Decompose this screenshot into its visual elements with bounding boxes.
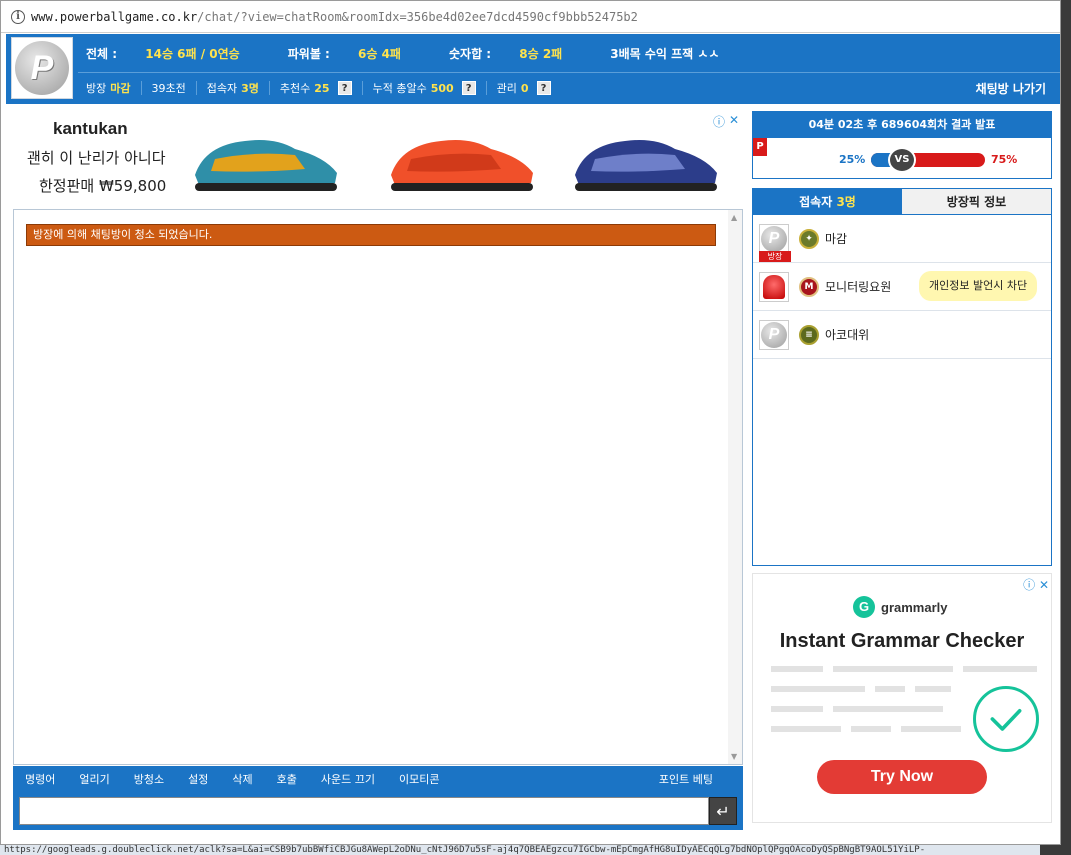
user-item[interactable]: P ≡ 아코대위: [753, 311, 1051, 359]
placeholder-line: [771, 706, 823, 712]
rank-badge-icon: ≡: [799, 324, 819, 345]
manage-count: 관리 0?: [487, 81, 561, 95]
user-name[interactable]: 아코대위: [825, 326, 869, 343]
avatar: [759, 271, 789, 302]
stat-total: 전체 : 14승 6패 / 0연승: [86, 46, 240, 61]
check-icon: [973, 686, 1039, 752]
placeholder-line: [771, 726, 841, 732]
ad-headline: 괜히 이 난리가 아니다: [27, 149, 166, 167]
placeholder-line: [771, 686, 865, 692]
toolbar-commands[interactable]: 명령어: [13, 771, 67, 787]
toolbar-freeze[interactable]: 얼리기: [67, 771, 121, 787]
try-now-button[interactable]: Try Now: [817, 760, 987, 794]
info-icon[interactable]: i: [11, 9, 25, 24]
users-panel: 접속자 3명 방장픽 정보 P 방장 ✦ 마감 M 모니터링요원 개인정보 발언…: [752, 188, 1052, 566]
left-percent: 25%: [839, 153, 866, 166]
ad-brand: kantukan: [53, 119, 128, 138]
recommend-count: 추천수 25?: [270, 81, 363, 95]
ad-close-icon[interactable]: ✕: [729, 113, 739, 127]
adchoices-icon[interactable]: ⓘ: [713, 113, 725, 130]
result-panel: 04분 02초 후 689604회차 결과 발표 P 25% VS 75%: [752, 111, 1052, 179]
placeholder-line: [901, 726, 961, 732]
toolbar-delete[interactable]: 삭제: [220, 771, 264, 787]
toolbar-call[interactable]: 호출: [265, 771, 309, 787]
ad-headline: Instant Grammar Checker: [779, 630, 1025, 652]
tab-owner-pick[interactable]: 방장픽 정보: [902, 189, 1051, 215]
tab-users[interactable]: 접속자 3명: [753, 189, 902, 215]
stat-sum: 숫자합 : 8승 2패: [448, 46, 563, 61]
header-divider: [78, 72, 1060, 73]
user-name[interactable]: 모니터링요원: [825, 278, 891, 295]
bullet-count: 누적 총알수 500?: [363, 81, 487, 95]
placeholder-line: [833, 706, 943, 712]
send-button[interactable]: ↵: [709, 797, 737, 825]
ad-price: 한정판매 ₩59,800: [39, 177, 167, 195]
room-title: 3배목 수익 프잭 ㅅㅅ: [610, 46, 720, 61]
scroll-down-icon[interactable]: ▼: [731, 752, 737, 761]
address-bar[interactable]: i www.powerballgame.co.kr/chat/?view=cha…: [1, 1, 1060, 33]
vote-row: 25% VS 75%: [753, 147, 1051, 173]
chat-scrollbar[interactable]: ▲ ▼: [728, 210, 742, 764]
room-owner: 방장 마감: [86, 81, 142, 95]
stats-row: 전체 : 14승 6패 / 0연승 파워볼 : 6승 4패 숫자합 : 8승 2…: [86, 34, 743, 72]
exit-room-button[interactable]: 채팅방 나가기: [976, 80, 1046, 97]
toolbar-settings[interactable]: 설정: [176, 771, 220, 787]
scroll-up-icon[interactable]: ▲: [731, 213, 737, 222]
avatar: P: [759, 319, 789, 350]
placeholder-line: [875, 686, 905, 692]
adchoices-close-icon[interactable]: ⓘ ✕: [1023, 576, 1049, 593]
result-countdown: 04분 02초 후 689604회차 결과 발표: [753, 112, 1051, 138]
toolbar-point-bet[interactable]: 포인트 베팅: [647, 771, 743, 787]
room-header: P 전체 : 14승 6패 / 0연승 파워볼 : 6승 4패 숫자합 : 8승…: [6, 34, 1060, 104]
users-tabs: 접속자 3명 방장픽 정보: [753, 189, 1051, 215]
placeholder-line: [915, 686, 951, 692]
powerball-logo-icon: P: [15, 41, 69, 95]
right-percent: 75%: [991, 153, 1018, 166]
rank-badge-icon: ✦: [799, 228, 819, 249]
shoe-image-navy: [575, 140, 717, 191]
manage-help-button[interactable]: ?: [536, 81, 551, 95]
url-host: www.powerballgame.co.kr: [31, 9, 198, 24]
shoe-image-orange: [391, 140, 533, 191]
info-row: 방장 마감 39초전 접속자 3명 추천수 25? 누적 총알수 500? 관리 0?: [86, 74, 561, 102]
shoe-image-teal: [195, 140, 337, 191]
powerball-avatar-icon: P: [761, 225, 787, 252]
powerball-avatar-icon: P: [761, 321, 787, 348]
url-path: /chat/?view=chatRoom&roomIdx=356be4d02ee…: [197, 9, 638, 24]
chat-messages[interactable]: 방장에 의해 채팅방이 청소 되었습니다. ▲ ▼: [13, 209, 743, 765]
user-tooltip: 개인정보 발언시 차단: [919, 271, 1038, 301]
placeholder-line: [851, 726, 891, 732]
chat-input[interactable]: [19, 797, 709, 825]
chat-toolbar: 명령어 얼리기 방청소 설정 삭제 호출 사운드 끄기 이모티콘 포인트 베팅: [13, 766, 743, 792]
status-url-bar: https://googleads.g.doubleclick.net/aclk…: [0, 845, 1040, 855]
ad-banner-right[interactable]: ⓘ ✕ G grammarly Instant Grammar Checker …: [752, 573, 1052, 823]
grammarly-icon: G: [853, 596, 875, 618]
toolbar-sound-off[interactable]: 사운드 끄기: [309, 771, 387, 787]
user-item[interactable]: P 방장 ✦ 마감: [753, 215, 1051, 263]
placeholder-line: [963, 666, 1037, 672]
toolbar-clear-room[interactable]: 방청소: [122, 771, 176, 787]
avatar: P 방장: [759, 223, 791, 262]
toolbar-emoticon[interactable]: 이모티콘: [387, 771, 451, 787]
browser-window: i www.powerballgame.co.kr/chat/?view=cha…: [0, 0, 1061, 845]
recommend-help-button[interactable]: ?: [337, 81, 352, 95]
placeholder-line: [771, 666, 823, 672]
ad-brand: grammarly: [881, 599, 948, 615]
user-item[interactable]: M 모니터링요원 개인정보 발언시 차단: [753, 263, 1051, 311]
monitor-badge-icon: M: [799, 276, 819, 297]
owner-badge: 방장: [759, 250, 791, 262]
room-avatar: P: [11, 37, 73, 99]
stat-powerball: 파워볼 : 6승 4패: [287, 46, 401, 61]
ad-banner-top[interactable]: kantukan 괜히 이 난리가 아니다 한정판매 ₩59,800 ⓘ ✕: [13, 111, 743, 203]
siren-icon: [763, 274, 785, 299]
user-count: 접속자 3명: [197, 81, 270, 95]
bullet-help-button[interactable]: ?: [461, 81, 476, 95]
chat-input-row: ↵: [13, 792, 743, 830]
vs-icon: VS: [888, 147, 916, 173]
system-notice: 방장에 의해 채팅방이 청소 되었습니다.: [26, 224, 716, 246]
last-activity: 39초전: [142, 81, 197, 95]
user-name[interactable]: 마감: [825, 230, 847, 247]
grammarly-logo: G grammarly: [853, 596, 947, 618]
placeholder-line: [833, 666, 953, 672]
